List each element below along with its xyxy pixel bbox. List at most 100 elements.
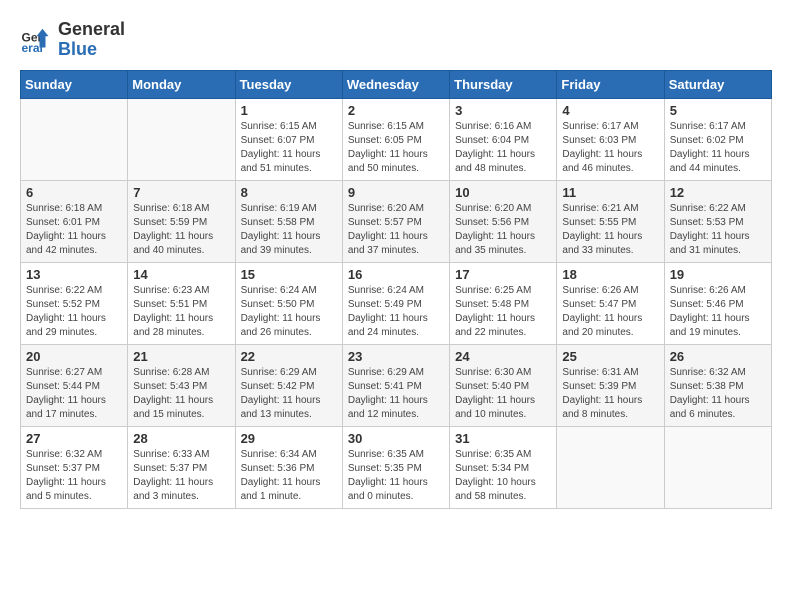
day-info: Sunrise: 6:29 AMSunset: 5:42 PMDaylight:…	[241, 366, 337, 422]
day-number: 6	[26, 185, 122, 200]
day-info: Sunrise: 6:24 AMSunset: 5:50 PMDaylight:…	[241, 284, 337, 340]
day-info: Sunrise: 6:27 AMSunset: 5:44 PMDaylight:…	[26, 366, 122, 422]
day-info: Sunrise: 6:34 AMSunset: 5:36 PMDaylight:…	[241, 448, 337, 504]
day-number: 28	[133, 431, 229, 446]
logo-text-general: General	[58, 20, 125, 40]
calendar-cell: 13 Sunrise: 6:22 AMSunset: 5:52 PMDayligh…	[21, 262, 128, 344]
weekday-header-sunday: Sunday	[21, 70, 128, 98]
day-number: 26	[670, 349, 766, 364]
day-info: Sunrise: 6:15 AMSunset: 6:05 PMDaylight:…	[348, 120, 444, 176]
day-info: Sunrise: 6:25 AMSunset: 5:48 PMDaylight:…	[455, 284, 551, 340]
day-number: 25	[562, 349, 658, 364]
calendar-cell: 9Sunrise: 6:20 AMSunset: 5:57 PMDaylight…	[342, 180, 449, 262]
calendar-cell	[664, 426, 771, 508]
calendar-cell	[128, 98, 235, 180]
logo-text-blue: Blue	[58, 40, 125, 60]
day-number: 4	[562, 103, 658, 118]
day-number: 22	[241, 349, 337, 364]
day-info: Sunrise: 6:21 AMSunset: 5:55 PMDaylight:…	[562, 202, 658, 258]
day-number: 3	[455, 103, 551, 118]
calendar-cell: 15 Sunrise: 6:24 AMSunset: 5:50 PMDayligh…	[235, 262, 342, 344]
calendar-cell: 17 Sunrise: 6:25 AMSunset: 5:48 PMDayligh…	[450, 262, 557, 344]
day-info: Sunrise: 6:32 AMSunset: 5:38 PMDaylight:…	[670, 366, 766, 422]
calendar-cell: 11 Sunrise: 6:21 AMSunset: 5:55 PMDayligh…	[557, 180, 664, 262]
calendar-week-row: 27 Sunrise: 6:32 AMSunset: 5:37 PMDayligh…	[21, 426, 772, 508]
day-number: 18	[562, 267, 658, 282]
day-info: Sunrise: 6:22 AMSunset: 5:52 PMDaylight:…	[26, 284, 122, 340]
day-info: Sunrise: 6:20 AMSunset: 5:56 PMDaylight:…	[455, 202, 551, 258]
day-info: Sunrise: 6:26 AMSunset: 5:47 PMDaylight:…	[562, 284, 658, 340]
day-number: 24	[455, 349, 551, 364]
calendar-cell: 2 Sunrise: 6:15 AMSunset: 6:05 PMDaylight…	[342, 98, 449, 180]
day-number: 13	[26, 267, 122, 282]
day-number: 10	[455, 185, 551, 200]
calendar-cell: 30 Sunrise: 6:35 AMSunset: 5:35 PMDayligh…	[342, 426, 449, 508]
calendar-table: SundayMondayTuesdayWednesdayThursdayFrid…	[20, 70, 772, 509]
day-number: 30	[348, 431, 444, 446]
calendar-cell: 27 Sunrise: 6:32 AMSunset: 5:37 PMDayligh…	[21, 426, 128, 508]
day-number: 11	[562, 185, 658, 200]
calendar-cell: 5 Sunrise: 6:17 AMSunset: 6:02 PMDaylight…	[664, 98, 771, 180]
calendar-week-row: 13 Sunrise: 6:22 AMSunset: 5:52 PMDayligh…	[21, 262, 772, 344]
calendar-cell: 6 Sunrise: 6:18 AMSunset: 6:01 PMDaylight…	[21, 180, 128, 262]
day-number: 29	[241, 431, 337, 446]
calendar-cell: 18 Sunrise: 6:26 AMSunset: 5:47 PMDayligh…	[557, 262, 664, 344]
calendar-week-row: 20 Sunrise: 6:27 AMSunset: 5:44 PMDayligh…	[21, 344, 772, 426]
day-info: Sunrise: 6:32 AMSunset: 5:37 PMDaylight:…	[26, 448, 122, 504]
day-info: Sunrise: 6:18 AMSunset: 5:59 PMDaylight:…	[133, 202, 229, 258]
day-number: 12	[670, 185, 766, 200]
day-number: 23	[348, 349, 444, 364]
day-number: 19	[670, 267, 766, 282]
day-info: Sunrise: 6:16 AMSunset: 6:04 PMDaylight:…	[455, 120, 551, 176]
calendar-cell: 14Sunrise: 6:23 AMSunset: 5:51 PMDayligh…	[128, 262, 235, 344]
day-number: 15	[241, 267, 337, 282]
weekday-header-saturday: Saturday	[664, 70, 771, 98]
calendar-cell: 31Sunrise: 6:35 AMSunset: 5:34 PMDayligh…	[450, 426, 557, 508]
day-number: 2	[348, 103, 444, 118]
calendar-cell: 16Sunrise: 6:24 AMSunset: 5:49 PMDayligh…	[342, 262, 449, 344]
calendar-cell	[557, 426, 664, 508]
logo: Gen eral General Blue	[20, 20, 125, 60]
calendar-cell: 1Sunrise: 6:15 AMSunset: 6:07 PMDaylight…	[235, 98, 342, 180]
day-info: Sunrise: 6:31 AMSunset: 5:39 PMDaylight:…	[562, 366, 658, 422]
calendar-cell: 10 Sunrise: 6:20 AMSunset: 5:56 PMDayligh…	[450, 180, 557, 262]
calendar-cell: 8 Sunrise: 6:19 AMSunset: 5:58 PMDaylight…	[235, 180, 342, 262]
day-number: 8	[241, 185, 337, 200]
weekday-header-friday: Friday	[557, 70, 664, 98]
day-info: Sunrise: 6:35 AMSunset: 5:35 PMDaylight:…	[348, 448, 444, 504]
calendar-cell: 22 Sunrise: 6:29 AMSunset: 5:42 PMDayligh…	[235, 344, 342, 426]
calendar-cell: 3 Sunrise: 6:16 AMSunset: 6:04 PMDaylight…	[450, 98, 557, 180]
weekday-header-row: SundayMondayTuesdayWednesdayThursdayFrid…	[21, 70, 772, 98]
day-number: 20	[26, 349, 122, 364]
weekday-header-wednesday: Wednesday	[342, 70, 449, 98]
calendar-cell: 4 Sunrise: 6:17 AMSunset: 6:03 PMDaylight…	[557, 98, 664, 180]
calendar-cell: 28Sunrise: 6:33 AMSunset: 5:37 PMDayligh…	[128, 426, 235, 508]
weekday-header-thursday: Thursday	[450, 70, 557, 98]
calendar-cell: 20 Sunrise: 6:27 AMSunset: 5:44 PMDayligh…	[21, 344, 128, 426]
day-number: 31	[455, 431, 551, 446]
day-number: 17	[455, 267, 551, 282]
day-number: 5	[670, 103, 766, 118]
day-info: Sunrise: 6:20 AMSunset: 5:57 PMDaylight:…	[348, 202, 444, 258]
calendar-cell: 7Sunrise: 6:18 AMSunset: 5:59 PMDaylight…	[128, 180, 235, 262]
day-info: Sunrise: 6:19 AMSunset: 5:58 PMDaylight:…	[241, 202, 337, 258]
day-info: Sunrise: 6:15 AMSunset: 6:07 PMDaylight:…	[241, 120, 337, 176]
calendar-week-row: 6 Sunrise: 6:18 AMSunset: 6:01 PMDaylight…	[21, 180, 772, 262]
calendar-week-row: 1Sunrise: 6:15 AMSunset: 6:07 PMDaylight…	[21, 98, 772, 180]
day-info: Sunrise: 6:22 AMSunset: 5:53 PMDaylight:…	[670, 202, 766, 258]
calendar-cell: 25 Sunrise: 6:31 AMSunset: 5:39 PMDayligh…	[557, 344, 664, 426]
day-info: Sunrise: 6:18 AMSunset: 6:01 PMDaylight:…	[26, 202, 122, 258]
calendar-cell: 29 Sunrise: 6:34 AMSunset: 5:36 PMDayligh…	[235, 426, 342, 508]
weekday-header-monday: Monday	[128, 70, 235, 98]
calendar-cell: 12 Sunrise: 6:22 AMSunset: 5:53 PMDayligh…	[664, 180, 771, 262]
day-info: Sunrise: 6:17 AMSunset: 6:02 PMDaylight:…	[670, 120, 766, 176]
calendar-cell: 21Sunrise: 6:28 AMSunset: 5:43 PMDayligh…	[128, 344, 235, 426]
day-info: Sunrise: 6:24 AMSunset: 5:49 PMDaylight:…	[348, 284, 444, 340]
day-info: Sunrise: 6:28 AMSunset: 5:43 PMDaylight:…	[133, 366, 229, 422]
day-info: Sunrise: 6:17 AMSunset: 6:03 PMDaylight:…	[562, 120, 658, 176]
calendar-cell	[21, 98, 128, 180]
calendar-cell: 23Sunrise: 6:29 AMSunset: 5:41 PMDayligh…	[342, 344, 449, 426]
day-number: 27	[26, 431, 122, 446]
day-number: 14	[133, 267, 229, 282]
day-info: Sunrise: 6:30 AMSunset: 5:40 PMDaylight:…	[455, 366, 551, 422]
